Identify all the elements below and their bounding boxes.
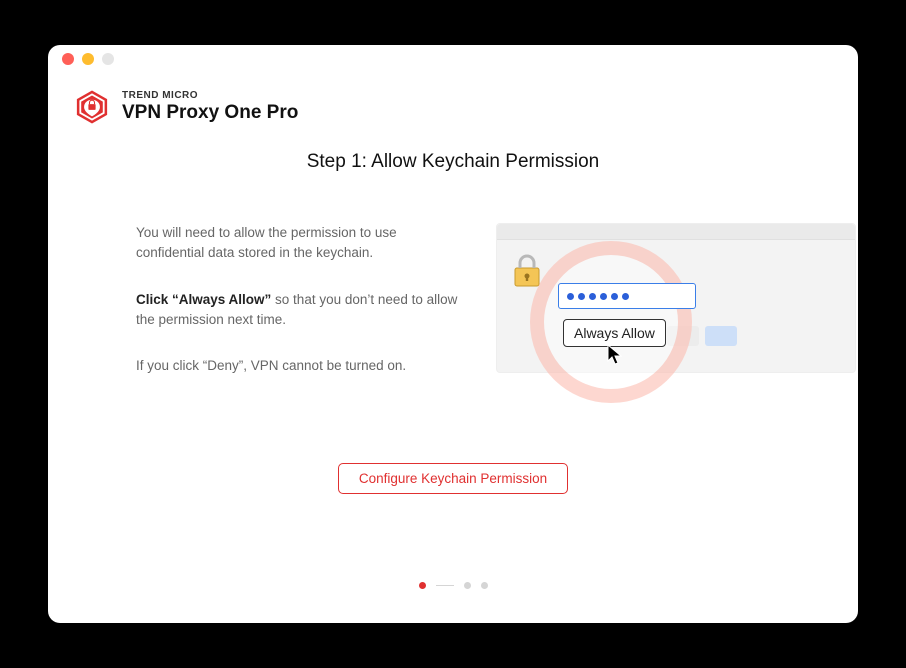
pager-dot-2[interactable] (464, 582, 471, 589)
brand-product: VPN Proxy One Pro (122, 102, 298, 124)
illustration-dialog-header (497, 224, 855, 240)
pager-dot-3[interactable] (481, 582, 488, 589)
pager-line (436, 585, 454, 587)
app-header: TREND MICRO VPN Proxy One Pro (48, 73, 858, 133)
brand-company: TREND MICRO (122, 90, 298, 102)
illustration-password-field (558, 283, 696, 309)
action-area: Configure Keychain Permission (48, 463, 858, 494)
instruction-intro: You will need to allow the permission to… (136, 223, 466, 264)
illustration-ghost-button-primary (705, 326, 737, 346)
password-dot-icon (567, 293, 574, 300)
illustration: Always Allow (496, 223, 808, 423)
password-dot-icon (600, 293, 607, 300)
window-close-button[interactable] (62, 53, 74, 65)
pager-dots (48, 582, 858, 589)
pager-dot-1[interactable] (419, 582, 426, 589)
password-dot-icon (622, 293, 629, 300)
window-titlebar (48, 45, 858, 73)
configure-keychain-button[interactable]: Configure Keychain Permission (338, 463, 568, 494)
content-area: You will need to allow the permission to… (48, 173, 858, 423)
instruction-click: Click “Always Allow” so that you don’t n… (136, 290, 466, 331)
instructions-column: You will need to allow the permission to… (136, 223, 466, 402)
instruction-deny: If you click “Deny”, VPN cannot be turne… (136, 356, 466, 376)
step-title: Step 1: Allow Keychain Permission (48, 151, 858, 173)
cursor-icon (606, 343, 626, 367)
lock-icon (513, 254, 541, 288)
instruction-click-bold: Click “Always Allow” (136, 292, 271, 307)
password-dot-icon (589, 293, 596, 300)
window-minimize-button[interactable] (82, 53, 94, 65)
window-maximize-button[interactable] (102, 53, 114, 65)
password-dot-icon (611, 293, 618, 300)
password-dot-icon (578, 293, 585, 300)
app-logo-icon (74, 89, 110, 125)
app-window: TREND MICRO VPN Proxy One Pro Step 1: Al… (48, 45, 858, 623)
brand-text: TREND MICRO VPN Proxy One Pro (122, 90, 298, 123)
